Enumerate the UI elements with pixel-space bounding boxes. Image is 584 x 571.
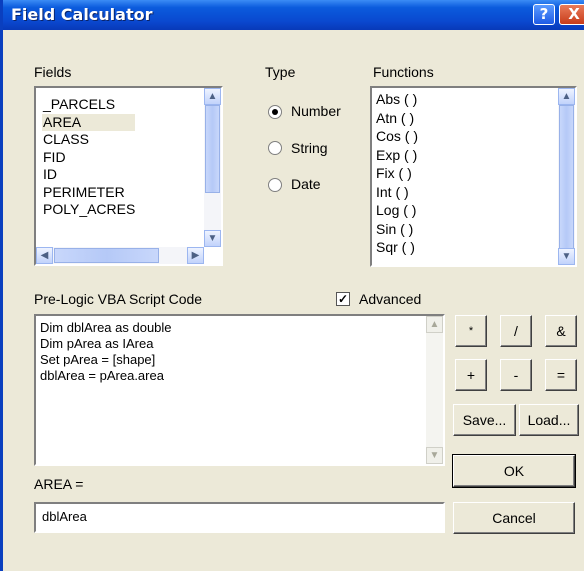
fields-vertical-scrollbar[interactable]: ▲ ▼ [204,88,221,247]
scroll-down-icon[interactable]: ▼ [204,230,221,247]
help-button[interactable]: ? [533,4,555,25]
load-button[interactable]: Load... [519,404,579,436]
fields-label: Fields [34,64,72,80]
save-button[interactable]: Save... [453,404,516,436]
multiply-button[interactable]: * [455,315,487,347]
plus-button[interactable]: + [455,359,487,391]
number-radio[interactable] [268,105,282,119]
field-item[interactable]: POLY_ACRES [42,201,135,219]
concatenate-button[interactable]: & [545,315,577,347]
function-item[interactable]: Sqr ( ) [375,238,418,257]
function-item[interactable]: Exp ( ) [375,146,418,165]
fields-list[interactable]: _PARCELS AREA CLASS FID ID PERIMETER POLY_ACRE… [34,86,223,266]
field-item[interactable]: CLASS [42,131,135,149]
equals-button[interactable]: = [545,359,577,391]
scroll-up-icon[interactable]: ▲ [558,88,575,105]
scroll-thumb[interactable] [205,105,220,193]
minus-button[interactable]: - [500,359,532,391]
script-code-label: Pre-Logic VBA Script Code [34,291,203,307]
cancel-button[interactable]: Cancel [453,502,575,534]
scroll-thumb-horizontal[interactable] [54,248,159,263]
function-item[interactable]: Cos ( ) [375,127,418,146]
scroll-up-icon[interactable]: ▲ [204,88,221,105]
scroll-thumb[interactable] [559,105,574,250]
function-item[interactable]: Atn ( ) [375,109,418,128]
script-line: Dim dblArea as double [40,320,172,335]
field-item[interactable]: FID [42,149,135,167]
script-line: Dim pArea as IArea [40,336,154,351]
date-label: Date [291,176,321,192]
type-label: Type [265,64,296,80]
date-radio[interactable] [268,178,282,192]
divide-button[interactable]: / [500,315,532,347]
function-item[interactable]: Fix ( ) [375,164,418,183]
string-radio[interactable] [268,141,282,155]
field-item[interactable]: AREA [42,113,136,131]
function-item[interactable]: Int ( ) [375,183,418,202]
field-item[interactable]: _PARCELS [42,96,135,114]
function-item[interactable]: Sin ( ) [375,220,418,239]
scroll-down-icon[interactable]: ▼ [426,447,443,464]
script-line: dblArea = pArea.area [40,368,164,383]
expression-label: AREA = [34,476,84,492]
functions-label: Functions [373,64,434,80]
field-calculator-window: Field Calculator ? X Fields _PARCELS AREA… [0,0,584,571]
function-item[interactable]: Abs ( ) [375,90,418,109]
close-button[interactable]: X [559,4,584,25]
ok-button[interactable]: OK [452,454,576,488]
functions-vertical-scrollbar[interactable]: ▲ ▼ [558,88,575,265]
expression-value: dblArea [42,509,87,524]
expression-input[interactable]: dblArea [34,502,445,533]
script-line: Set pArea = [shape] [40,352,156,367]
window-title: Field Calculator [11,5,153,24]
title-bar[interactable]: Field Calculator ? X [3,0,584,30]
script-vertical-scrollbar[interactable]: ▲ ▼ [426,316,443,464]
function-item[interactable]: Log ( ) [375,201,418,220]
scroll-up-icon[interactable]: ▲ [426,316,443,333]
functions-list[interactable]: Abs ( ) Atn ( ) Cos ( ) Exp ( ) Fix ( ) Int (… [370,86,577,267]
scroll-left-icon[interactable]: ◀ [36,247,53,264]
scroll-right-icon[interactable]: ▶ [187,247,204,264]
scroll-down-icon[interactable]: ▼ [558,248,575,265]
string-label: String [291,140,328,156]
field-item[interactable]: PERIMETER [42,184,135,202]
advanced-checkbox[interactable]: ✓ [336,292,350,306]
number-label: Number [291,103,341,119]
fields-horizontal-scrollbar[interactable]: ◀ ▶ [36,247,204,264]
field-item[interactable]: ID [42,166,135,184]
advanced-label: Advanced [359,291,422,307]
script-code-textarea[interactable]: Dim dblArea as double Dim pArea as IArea S… [34,314,445,466]
